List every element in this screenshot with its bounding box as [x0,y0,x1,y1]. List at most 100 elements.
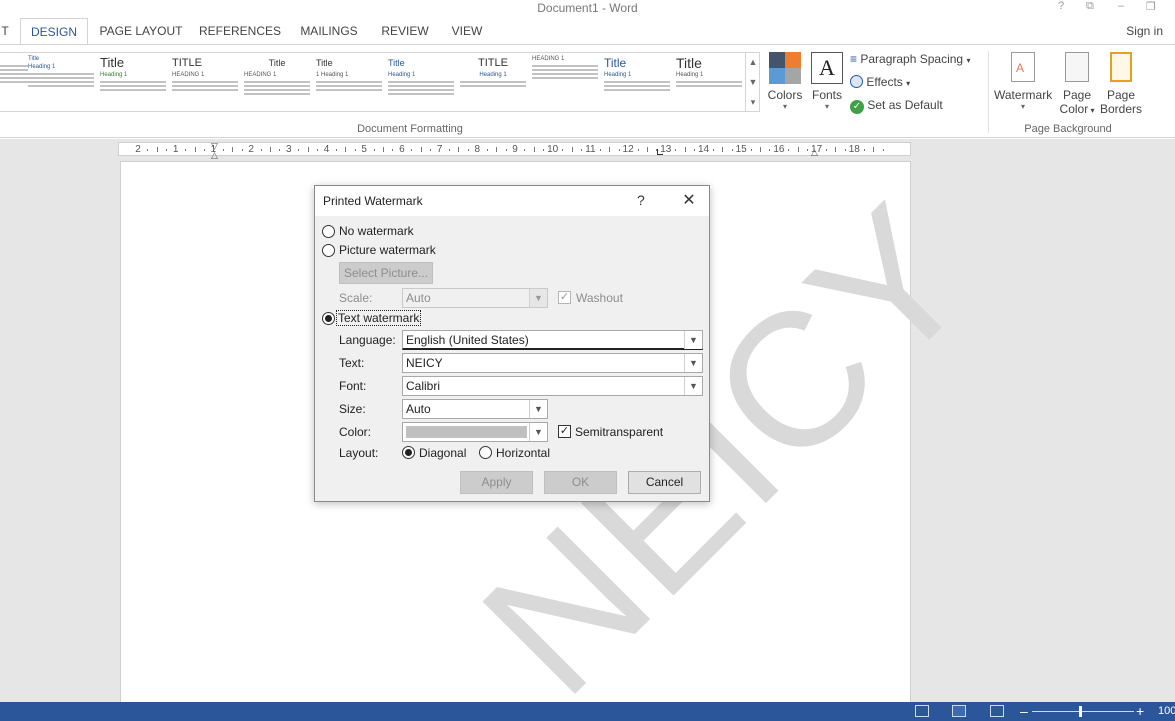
no-watermark-label[interactable]: No watermark [339,224,414,238]
size-dropdown[interactable]: Auto ▼ [402,399,548,419]
gallery-more-icon[interactable]: ▾ [746,92,760,112]
text-watermark-radio[interactable] [322,312,335,325]
semitransparent-label[interactable]: Semitransparent [575,425,663,439]
print-layout-icon[interactable] [952,705,966,717]
page-borders-button[interactable]: Page Borders [1100,52,1142,116]
style-thumb[interactable]: Title HEADING 1 [244,55,310,111]
apply-button[interactable]: Apply [460,471,533,494]
zoom-slider[interactable] [1032,711,1134,712]
gallery-scroll[interactable]: ▲ ▼ ▾ [745,52,760,112]
style-thumb[interactable]: Title [0,55,28,111]
status-bar: – + 100 [0,702,1175,721]
ruler-tick [731,149,733,151]
tab-page-layout[interactable]: PAGE LAYOUT [96,18,186,45]
group-divider [988,51,989,133]
tab-stop-icon[interactable] [657,149,663,155]
style-thumb[interactable]: Title Heading 1 [100,55,166,111]
scale-label: Scale: [339,291,373,305]
ruler-tick [684,147,686,152]
zoom-out-button[interactable]: – [1020,703,1028,719]
select-picture-button[interactable]: Select Picture... [339,262,433,284]
fonts-icon: A [811,52,843,84]
help-icon[interactable]: ? [637,192,645,208]
language-dropdown[interactable]: English (United States) ▼ [402,330,703,350]
ruler-number: 14 [697,144,710,155]
ruler-tick [241,149,243,151]
restore-icon[interactable]: ❐ [1146,0,1156,13]
zoom-level[interactable]: 100 [1158,705,1175,717]
right-indent-icon[interactable]: △ [811,147,818,158]
zoom-in-button[interactable]: + [1136,703,1144,719]
semitransparent-checkbox[interactable]: ✓ [558,425,571,438]
ruler-tick [411,149,413,151]
style-thumb[interactable]: Title Heading 1 [676,55,742,111]
paint-bucket-icon [1065,52,1089,82]
ruler-tick [524,149,526,151]
no-watermark-radio[interactable] [322,225,335,238]
style-thumb[interactable]: TITLE HEADING 1 [172,55,238,111]
style-thumb[interactable]: Title Heading 1 [388,55,454,111]
watermark-button[interactable]: A Watermark ▾ [994,52,1052,111]
fonts-button[interactable]: A Fonts ▾ [808,52,846,111]
ruler-tick [449,149,451,151]
style-thumb[interactable]: Title Heading 1 [604,55,670,111]
read-mode-icon[interactable] [915,705,929,717]
web-layout-icon[interactable] [990,705,1004,717]
chevron-down-icon: ▼ [684,354,702,372]
cancel-button[interactable]: Cancel [628,471,701,494]
ruler-number: 2 [135,144,141,155]
ruler-tick [797,147,799,152]
minimize-icon[interactable]: – [1118,0,1124,12]
ruler-tick [467,149,469,151]
font-dropdown[interactable]: Calibri ▼ [402,376,703,396]
washout-checkbox[interactable]: ✓ [558,291,571,304]
tab-view[interactable]: VIEW [447,18,487,45]
ruler-tick [260,149,262,151]
scale-dropdown[interactable]: Auto ▼ [402,288,548,308]
tab-mailings[interactable]: MAILINGS [296,18,362,45]
color-dropdown[interactable]: ▼ [402,422,548,442]
washout-label[interactable]: Washout [576,291,623,305]
ruler-number: 4 [323,144,330,155]
ruler-tick [335,149,337,151]
diagonal-radio[interactable] [402,446,415,459]
close-icon[interactable]: ✕ [679,190,699,210]
text-combobox[interactable]: NEICY ▼ [402,353,703,373]
style-thumb[interactable]: HEADING 1 [532,55,598,111]
horizontal-radio[interactable] [479,446,492,459]
style-thumb[interactable]: TITLE Heading 1 [460,55,526,111]
style-thumb[interactable]: Title Heading 1 [28,55,94,111]
tab-review[interactable]: REVIEW [378,18,432,45]
page-color-button[interactable]: Page Color ▾ [1056,52,1098,116]
ok-button[interactable]: OK [544,471,617,494]
hanging-indent-icon[interactable]: △ [211,150,218,161]
ruler-tick [750,149,752,151]
text-value: NEICY [406,356,443,370]
tab-design[interactable]: DESIGN [20,18,88,45]
ribbon-tabs: T DESIGN PAGE LAYOUT REFERENCES MAILINGS… [0,18,1175,45]
gallery-down-icon[interactable]: ▼ [746,72,760,92]
help-icon[interactable]: ? [1058,0,1064,12]
ruler-marks: 2 1 1 2 3 4 5 6 7 8 9 10 11 12 13 14 15 16 17 18 [119,143,912,157]
tab-insert-partial[interactable]: T [0,18,10,45]
ruler-tick [580,149,582,151]
horizontal-ruler[interactable]: 2 1 1 2 3 4 5 6 7 8 9 10 11 12 13 14 15 16 17 18 ▽ △ △ [118,141,912,160]
style-thumb[interactable]: Title 1 Heading 1 [316,55,382,111]
set-as-default-button[interactable]: ✓ Set as Default [850,95,943,115]
zoom-slider-thumb[interactable] [1079,706,1082,717]
gallery-up-icon[interactable]: ▲ [746,52,760,72]
colors-button[interactable]: Colors ▾ [766,52,804,111]
ruler-tick [599,149,601,151]
tab-references[interactable]: REFERENCES [198,18,282,45]
sign-in-link[interactable]: Sign in [1126,18,1163,45]
ribbon-display-options-icon[interactable]: ⧉ [1086,0,1094,13]
picture-watermark-label[interactable]: Picture watermark [339,243,436,257]
horizontal-label[interactable]: Horizontal [496,446,550,460]
effects-button[interactable]: Effects ▾ [850,72,910,92]
ruler-number: 12 [622,144,634,155]
text-watermark-label[interactable]: Text watermark [335,310,422,326]
paragraph-spacing-button[interactable]: ≡ Paragraph Spacing ▾ [850,49,970,69]
picture-watermark-radio[interactable] [322,244,335,257]
diagonal-label[interactable]: Diagonal [419,446,466,460]
ruler-tick [788,149,790,151]
